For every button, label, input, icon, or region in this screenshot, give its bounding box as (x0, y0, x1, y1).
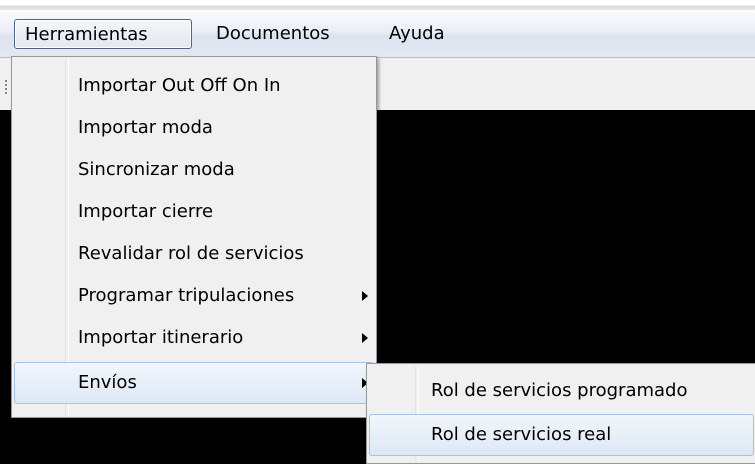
envios-submenu: Rol de servicios programado Rol de servi… (366, 363, 755, 464)
menu-item-rol-de-servicios-real[interactable]: Rol de servicios real (369, 414, 754, 456)
menu-item-importar-out-off-on-in[interactable]: Importar Out Off On In (14, 65, 374, 107)
menu-bar: Herramientas Documentos Ayuda (0, 10, 755, 58)
menu-item-sincronizar-moda[interactable]: Sincronizar moda (14, 149, 374, 191)
menu-item-label: Importar Out Off On In (78, 75, 281, 96)
menu-item-revalidar-rol-de-servicios[interactable]: Revalidar rol de servicios (14, 233, 374, 275)
menu-documentos[interactable]: Documentos (206, 19, 340, 49)
menu-item-label: Rol de servicios real (431, 424, 612, 445)
menu-documentos-label: Documentos (216, 23, 330, 44)
submenu-arrow-icon (362, 333, 368, 343)
window-top-edge (0, 0, 755, 10)
menu-item-label: Rol de servicios programado (431, 380, 688, 401)
menu-item-label: Revalidar rol de servicios (78, 243, 304, 264)
menu-item-label: Envíos (78, 372, 137, 393)
menu-item-label: Importar moda (78, 117, 213, 138)
submenu-arrow-icon (362, 291, 368, 301)
toolbar-grip-icon[interactable] (5, 80, 7, 94)
menu-item-importar-itinerario[interactable]: Importar itinerario (14, 317, 374, 359)
menu-ayuda[interactable]: Ayuda (379, 19, 455, 49)
menu-item-importar-cierre[interactable]: Importar cierre (14, 191, 374, 233)
herramientas-dropdown: Importar Out Off On In Importar moda Sin… (11, 56, 377, 418)
menu-item-rol-de-servicios-programado[interactable]: Rol de servicios programado (369, 370, 753, 412)
menu-item-programar-tripulaciones[interactable]: Programar tripulaciones (14, 275, 374, 317)
menu-item-envios[interactable]: Envíos (14, 362, 374, 404)
menu-item-label: Sincronizar moda (78, 159, 235, 180)
menu-item-label: Importar cierre (78, 201, 214, 222)
menu-herramientas-label: Herramientas (25, 24, 148, 45)
menu-item-importar-moda[interactable]: Importar moda (14, 107, 374, 149)
menu-herramientas[interactable]: Herramientas (14, 19, 192, 49)
menu-ayuda-label: Ayuda (389, 23, 445, 44)
menu-item-label: Programar tripulaciones (78, 285, 295, 306)
menu-item-label: Importar itinerario (78, 327, 244, 348)
